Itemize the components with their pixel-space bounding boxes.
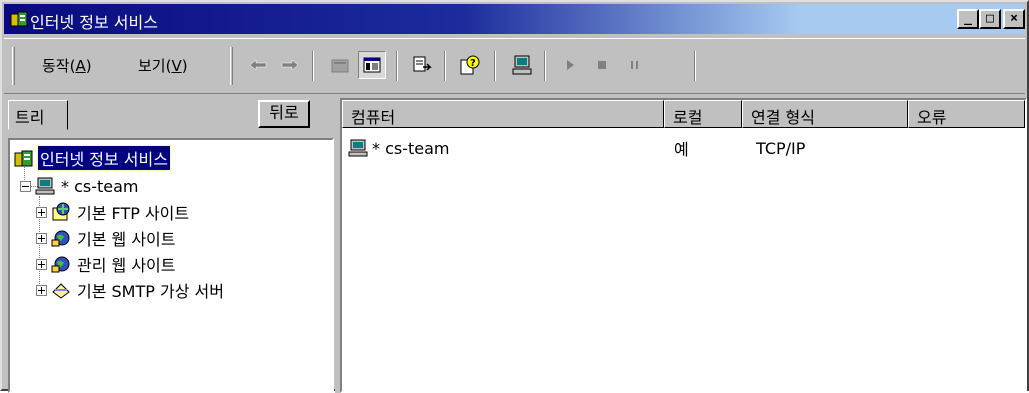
- expand-toggle[interactable]: [36, 258, 47, 270]
- column-header-local[interactable]: 로컬: [664, 100, 742, 128]
- toolbar-separator: [312, 51, 314, 81]
- toolbar-separator: [494, 51, 496, 81]
- iis-icon: [14, 150, 33, 167]
- pause-button[interactable]: [620, 51, 648, 79]
- cell-connection-type: TCP/IP: [756, 138, 806, 158]
- menu-action[interactable]: 동작(A): [34, 52, 100, 78]
- list-row[interactable]: * cs-team 예 TCP/IP: [342, 136, 1025, 160]
- pause-icon: [631, 61, 638, 69]
- tree-item-label: 기본 웹 사이트: [77, 230, 176, 249]
- export-list-button[interactable]: [408, 51, 436, 79]
- menu-action-label: 동작(: [42, 57, 76, 75]
- column-header-error[interactable]: 오류: [908, 100, 1025, 128]
- tree-item-admin-web-site[interactable]: 관리 웹 사이트: [36, 252, 178, 276]
- back-arrow-icon: [249, 59, 267, 71]
- up-folder-icon: [331, 59, 349, 73]
- export-list-icon: [413, 56, 432, 72]
- toolbar-separator: [694, 51, 696, 81]
- menu-view[interactable]: 보기(V): [130, 52, 196, 78]
- help-icon: ?: [460, 55, 480, 75]
- show-hide-tree-button[interactable]: [358, 51, 386, 79]
- menu-view-accel: V: [171, 57, 182, 75]
- stop-icon: [598, 61, 606, 69]
- tree-item-default-web-site[interactable]: 기본 웹 사이트: [36, 226, 178, 250]
- collapse-toggle[interactable]: [20, 180, 31, 192]
- tab-tree[interactable]: 트리: [8, 100, 68, 130]
- tree-item-smtp-server[interactable]: 기본 SMTP 가상 서버: [36, 278, 226, 302]
- web-site-icon: [51, 230, 70, 247]
- cell-computer-text: * cs-team: [372, 138, 450, 158]
- close-button[interactable]: ×: [1003, 9, 1025, 29]
- cell-local: 예: [674, 140, 689, 159]
- title-bar[interactable]: 인터넷 정보 서비스 _ □ ×: [4, 4, 1025, 34]
- tree-item-label: 기본 FTP 사이트: [77, 204, 190, 223]
- cell-computer: * cs-team: [348, 136, 450, 160]
- toolbar-grip[interactable]: [230, 47, 233, 85]
- menu-view-label: 보기(: [138, 57, 172, 75]
- iis-window: 인터넷 정보 서비스 _ □ × 동작(A) 보기(V) ? 트리 뒤로 인터넷…: [0, 0, 1029, 393]
- expand-toggle[interactable]: [36, 232, 47, 244]
- menu-action-suffix: ): [85, 57, 92, 75]
- show-hide-tree-icon: [363, 57, 381, 73]
- smtp-server-icon: [52, 283, 70, 299]
- svg-text:?: ?: [470, 58, 476, 69]
- computer-icon: [35, 177, 55, 195]
- tree-item-iis-root[interactable]: 인터넷 정보 서비스: [14, 145, 171, 171]
- back-button[interactable]: [244, 51, 272, 79]
- back-pane-button[interactable]: 뒤로: [258, 100, 310, 128]
- up-folder-button[interactable]: [326, 51, 354, 79]
- column-header-computer[interactable]: 컴퓨터: [342, 100, 664, 128]
- menu-grip[interactable]: [12, 47, 15, 85]
- column-header-connection-type[interactable]: 연결 형식: [742, 100, 908, 128]
- connect-computer-button[interactable]: [508, 51, 536, 79]
- tree-item-label: * cs-team: [61, 176, 139, 196]
- menu-view-suffix: ): [181, 57, 188, 75]
- tree-view[interactable]: 인터넷 정보 서비스 * cs-team 기본 FTP 사이트 기본 웹 사이트…: [8, 138, 334, 393]
- help-button[interactable]: ?: [456, 51, 484, 79]
- toolbar: 동작(A) 보기(V) ?: [4, 38, 1025, 94]
- toolbar-separator: [544, 51, 546, 81]
- window-title: 인터넷 정보 서비스: [30, 13, 158, 32]
- minimize-button[interactable]: _: [957, 9, 979, 29]
- computer-icon: [512, 55, 532, 75]
- tree-item-label: 인터넷 정보 서비스: [37, 145, 171, 171]
- tree-pane-header: 트리 뒤로: [6, 98, 334, 132]
- details-list[interactable]: 컴퓨터 로컬 연결 형식 오류 * cs-team 예 TCP/IP: [340, 98, 1027, 393]
- ftp-site-icon: [52, 202, 70, 221]
- forward-arrow-icon: [281, 59, 299, 71]
- menu-action-accel: A: [75, 57, 86, 75]
- web-site-icon: [51, 256, 70, 273]
- play-icon: [567, 60, 574, 70]
- tree-item-ftp-site[interactable]: 기본 FTP 사이트: [36, 200, 191, 224]
- forward-button[interactable]: [276, 51, 304, 79]
- iis-app-icon: [10, 11, 28, 27]
- tree-item-cs-team[interactable]: * cs-team: [20, 174, 141, 198]
- toolbar-separator: [396, 51, 398, 81]
- computer-icon: [348, 139, 368, 157]
- tree-item-label: 기본 SMTP 가상 서버: [77, 282, 224, 301]
- start-button[interactable]: [556, 51, 584, 79]
- toolbar-separator: [444, 51, 446, 81]
- expand-toggle[interactable]: [36, 284, 47, 296]
- maximize-button[interactable]: □: [979, 9, 1001, 29]
- expand-toggle[interactable]: [36, 206, 47, 218]
- tree-item-label: 관리 웹 사이트: [77, 256, 176, 275]
- stop-button[interactable]: [588, 51, 616, 79]
